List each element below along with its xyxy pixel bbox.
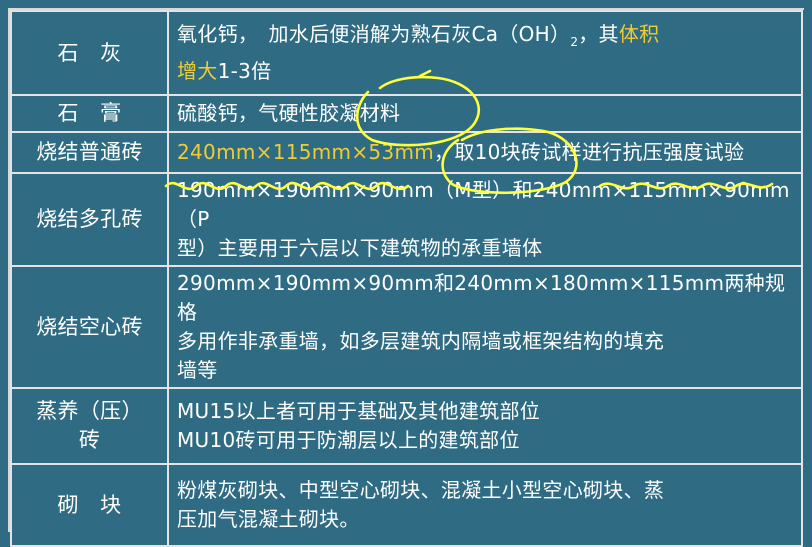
content-text: 290mm×190mm×90mm和240mm×180mm×115mm两种规格 [177,271,786,324]
content-line: MU10砖可用于防潮层以上的建筑部位 [177,426,795,455]
content-line: 型）主要用于六层以下建筑物的承重墙体 [177,234,795,263]
row-content-common-brick: 240mm×115mm×53mm，取10块砖试样进行抗压强度试验 [167,131,803,174]
row-content-block: 粉煤灰砌块、中型空心砌块、混凝土小型空心砌块、蒸 压加气混凝土砌块。 [167,463,803,547]
highlighted-text: 体积 [618,22,660,46]
row-content-perforated-brick: 190mm×190mm×90mm（M型）和240mm×115mm×90mm（P 型… [167,172,803,267]
row-content-gypsum: 硫酸钙，气硬性胶凝材料 [167,94,803,133]
content-text: 多用作非承重墙，如多层建筑内隔墙或框架结构的填充 [177,329,665,353]
content-line: 硫酸钙，气硬性胶凝材料 [177,99,795,128]
content-text: MU10砖可用于防潮层以上的建筑部位 [177,428,520,452]
table-row: 烧结普通砖 240mm×115mm×53mm，取10块砖试样进行抗压强度试验 [10,131,803,174]
content-line: 290mm×190mm×90mm和240mm×180mm×115mm两种规格 [177,269,795,327]
content-text: 墙等 [177,358,218,382]
content-line: 墙等 [177,356,795,385]
content-text: 硫酸钙，气硬性胶凝材料 [177,101,401,125]
content-line: 氧化钙， 加水后便消解为熟石灰Ca（OH）2，其体积 [177,20,795,57]
row-label-hollow-brick: 烧结空心砖 [10,265,169,389]
content-text: ，其 [578,22,619,46]
table-row: 蒸养（压） 砖 MU15以上者可用于基础及其他建筑部位 MU10砖可用于防潮层以上… [10,387,803,465]
content-text: 190mm×190mm×90mm（M型）和240mm×115mm×90mm（P [177,178,790,231]
content-line: 240mm×115mm×53mm，取10块砖试样进行抗压强度试验 [177,138,795,167]
row-content-hollow-brick: 290mm×190mm×90mm和240mm×180mm×115mm两种规格多用… [167,265,803,389]
row-label-common-brick: 烧结普通砖 [10,131,169,174]
content-text: 粉煤灰砌块、中型空心砌块、混凝土小型空心砌块、蒸 [177,478,665,502]
content-line: 压加气混凝土砌块。 [177,505,795,534]
content-text: 1-3倍 [217,59,272,83]
row-label-autoclaved-brick: 蒸养（压） 砖 [10,387,169,465]
table-row: 砌 块 粉煤灰砌块、中型空心砌块、混凝土小型空心砌块、蒸 压加气混凝土砌块。 [10,463,803,547]
row-label-block: 砌 块 [10,463,169,547]
content-line: 多用作非承重墙，如多层建筑内隔墙或框架结构的填充 [177,327,795,356]
row-label-gypsum: 石 膏 [10,94,169,133]
row-content-autoclaved-brick: MU15以上者可用于基础及其他建筑部位 MU10砖可用于防潮层以上的建筑部位 [167,387,803,465]
row-content-lime: 氧化钙， 加水后便消解为熟石灰Ca（OH）2，其体积 增大1-3倍 [167,10,803,96]
content-text: 压加气混凝土砌块。 [177,507,360,531]
content-line: 增大1-3倍 [177,57,795,86]
building-materials-table: 石 灰 氧化钙， 加水后便消解为熟石灰Ca（OH）2，其体积 增大1-3倍 石 膏… [10,10,803,547]
content-line: MU15以上者可用于基础及其他建筑部位 [177,397,795,426]
table-row: 烧结空心砖 290mm×190mm×90mm和240mm×180mm×115mm… [10,265,803,389]
table-row: 石 膏 硫酸钙，气硬性胶凝材料 [10,94,803,133]
table-row: 烧结多孔砖 190mm×190mm×90mm（M型）和240mm×115mm×9… [10,172,803,267]
content-text: ，取10块砖试样进行抗压强度试验 [434,140,745,164]
content-text: 氧化钙， 加水后便消解为熟石灰Ca（OH） [177,22,571,46]
content-line: 190mm×190mm×90mm（M型）和240mm×115mm×90mm（P [177,176,795,234]
row-label-perforated-brick: 烧结多孔砖 [10,172,169,267]
highlighted-text: 240mm×115mm×53mm [177,140,435,164]
highlighted-text: 增大 [177,59,218,83]
content-text: 型）主要用于六层以下建筑物的承重墙体 [177,236,543,260]
content-text: MU15以上者可用于基础及其他建筑部位 [177,399,541,423]
content-line: 粉煤灰砌块、中型空心砌块、混凝土小型空心砌块、蒸 [177,476,795,505]
table-row: 石 灰 氧化钙， 加水后便消解为熟石灰Ca（OH）2，其体积 增大1-3倍 [10,10,803,96]
row-label-lime: 石 灰 [10,10,169,96]
